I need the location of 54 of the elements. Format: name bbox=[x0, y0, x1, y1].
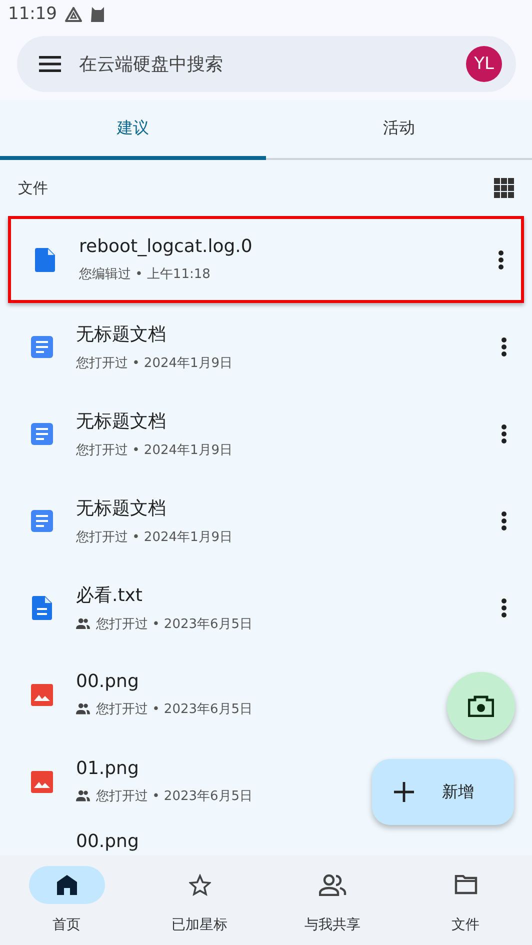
shared-icon bbox=[76, 790, 90, 802]
cat-icon bbox=[90, 6, 106, 22]
file-icon bbox=[35, 248, 55, 272]
file-name: 00.png bbox=[76, 671, 140, 692]
file-name: 无标题文档 bbox=[76, 410, 167, 432]
new-button[interactable]: 新增 bbox=[372, 759, 514, 825]
file-meta: 您打开过 • 2024年1月9日 bbox=[76, 442, 233, 458]
camera-icon bbox=[468, 695, 494, 717]
file-name: 必看.txt bbox=[76, 584, 144, 606]
more-icon[interactable] bbox=[501, 424, 507, 444]
nav-item[interactable]: 已加星标 bbox=[133, 855, 266, 945]
more-icon[interactable] bbox=[498, 250, 504, 270]
file-meta: 您打开过 • 2023年6月5日 bbox=[96, 701, 253, 718]
grid-view-icon[interactable] bbox=[494, 178, 514, 198]
star-icon bbox=[188, 874, 210, 896]
document-icon bbox=[31, 422, 53, 444]
document-icon bbox=[31, 336, 53, 358]
file-name: 00.png bbox=[76, 831, 139, 852]
plus-icon bbox=[394, 782, 414, 802]
document-icon bbox=[31, 510, 53, 532]
file-meta: 您打开过 • 2024年1月9日 bbox=[76, 354, 233, 372]
file-meta: 您打开过 • 2024年1月9日 bbox=[76, 528, 233, 546]
file-meta: 您编辑过 • 上午11:18 bbox=[79, 266, 210, 283]
search-placeholder: 在云端硬盘中搜索 bbox=[79, 53, 224, 76]
camera-button[interactable] bbox=[447, 672, 515, 740]
folder-icon bbox=[454, 875, 478, 895]
highlighted-file-row[interactable]: reboot_logcat.log.0 您编辑过 • 上午11:18 bbox=[8, 216, 524, 303]
shared-icon bbox=[76, 703, 90, 715]
tab[interactable]: 活动 bbox=[266, 100, 532, 160]
file-meta: 您打开过 • 2023年6月5日 bbox=[96, 616, 253, 632]
more-icon[interactable] bbox=[501, 598, 507, 618]
file-name: reboot_logcat.log.0 bbox=[79, 236, 254, 257]
more-icon[interactable] bbox=[501, 510, 507, 530]
image-icon bbox=[31, 684, 53, 706]
menu-icon[interactable] bbox=[39, 56, 61, 72]
file-name: 无标题文档 bbox=[76, 496, 167, 520]
file-name: 无标题文档 bbox=[76, 322, 167, 346]
text-file-icon bbox=[32, 596, 52, 620]
people-icon bbox=[318, 874, 346, 896]
search-field[interactable]: 在云端硬盘中搜索 YL bbox=[17, 36, 516, 92]
nav-item[interactable]: 文件 bbox=[399, 855, 532, 945]
shared-icon bbox=[76, 618, 90, 630]
home-icon bbox=[56, 875, 76, 895]
file-name: 01.png bbox=[76, 758, 140, 779]
status-time: 11:19 bbox=[8, 4, 57, 24]
avatar[interactable]: YL bbox=[466, 46, 502, 82]
tab[interactable]: 建议 bbox=[0, 100, 266, 160]
file-meta: 您打开过 • 2023年6月5日 bbox=[96, 788, 253, 805]
nav-item[interactable]: 首页 bbox=[0, 855, 133, 945]
nav-item[interactable]: 与我共享 bbox=[266, 855, 399, 945]
image-icon bbox=[31, 770, 53, 792]
more-icon[interactable] bbox=[501, 336, 507, 356]
section-title: 文件 bbox=[18, 178, 48, 198]
triangle-icon bbox=[65, 6, 82, 22]
